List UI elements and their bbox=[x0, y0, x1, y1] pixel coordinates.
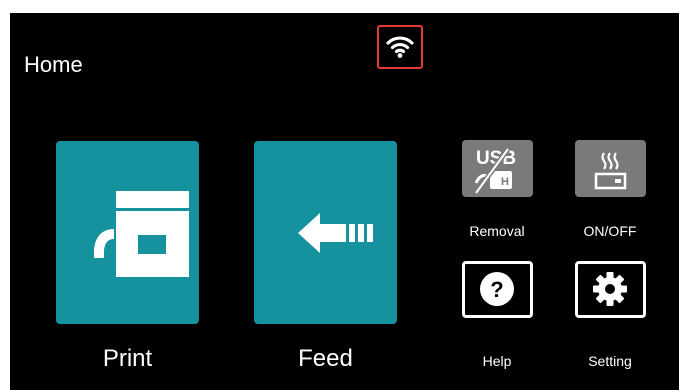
wifi-status-button[interactable] bbox=[377, 25, 423, 69]
setting-label: Setting bbox=[588, 353, 632, 369]
page-title: Home bbox=[24, 52, 83, 77]
print-button[interactable] bbox=[56, 141, 199, 324]
svg-text:H: H bbox=[501, 176, 509, 188]
onoff-label: ON/OFF bbox=[583, 223, 637, 239]
setting-button[interactable] bbox=[575, 261, 646, 318]
help-label: Help bbox=[482, 353, 512, 369]
feed-arrow-icon bbox=[298, 213, 373, 253]
help-icon: ? bbox=[480, 272, 514, 306]
heater-icon bbox=[594, 152, 627, 190]
heater-onoff-button[interactable] bbox=[575, 140, 646, 197]
removal-label: Removal bbox=[469, 223, 525, 239]
feed-label: Feed bbox=[298, 345, 353, 372]
gear-icon bbox=[593, 272, 627, 306]
help-button[interactable]: ? bbox=[462, 261, 533, 318]
printer-icon bbox=[94, 191, 189, 277]
svg-text:?: ? bbox=[490, 277, 503, 302]
usb-icon: USB H bbox=[473, 147, 516, 195]
usb-removal-button[interactable]: USB H bbox=[462, 140, 533, 197]
printer-home-screen: Home Print Feed USB H Removal ON/OFF ? H… bbox=[10, 13, 679, 390]
wifi-icon bbox=[386, 36, 414, 58]
feed-button[interactable] bbox=[254, 141, 397, 324]
print-label: Print bbox=[102, 345, 153, 372]
